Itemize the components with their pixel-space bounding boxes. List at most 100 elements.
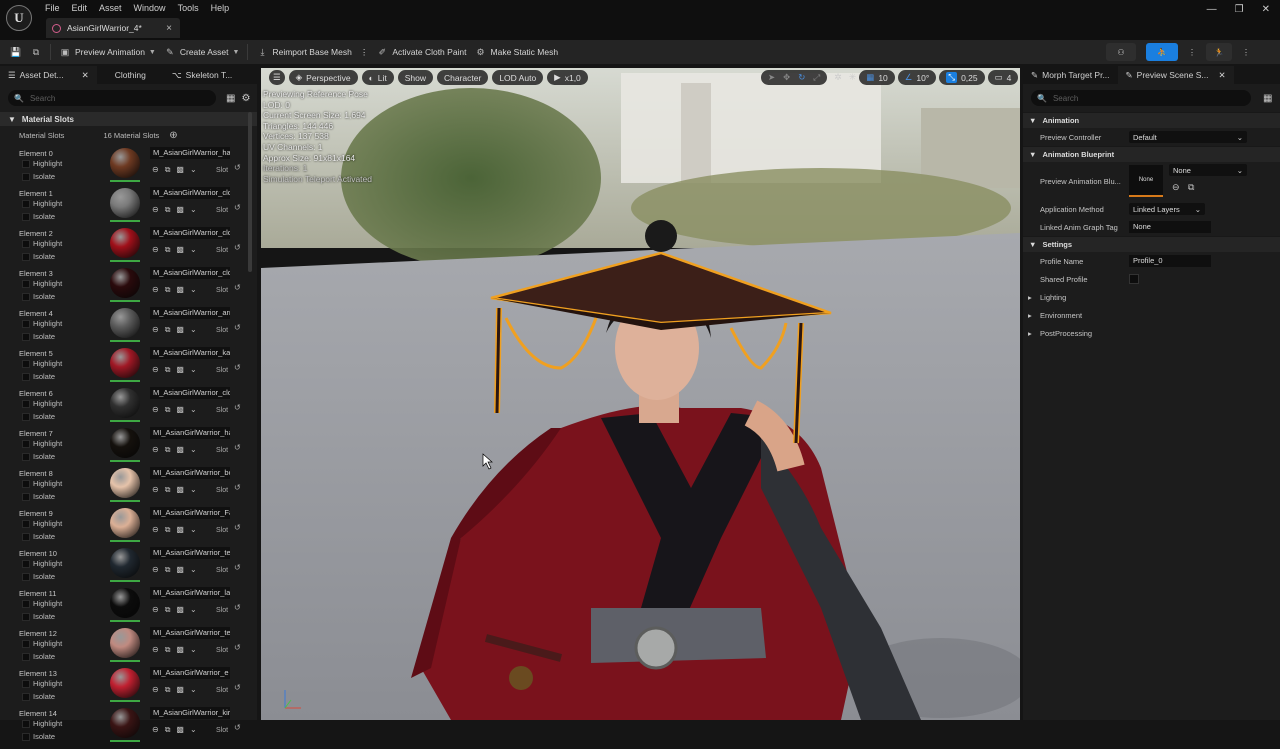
reimport-options-button[interactable]: ⋮ [356, 42, 373, 62]
animation-blueprint-section[interactable]: ▼ Animation Blueprint [1023, 146, 1280, 162]
add-slot-icon[interactable]: ⊕ [169, 130, 177, 141]
checker-icon[interactable]: ▩ [176, 445, 184, 455]
highlight-checkbox[interactable] [22, 560, 30, 568]
play-rate-button[interactable]: ▶ x1,0 [547, 70, 588, 85]
maximize-icon[interactable]: ❐ [1235, 4, 1244, 15]
use-selected-icon[interactable]: ⊖ [152, 525, 159, 535]
checker-icon[interactable]: ▩ [176, 685, 184, 695]
use-selected-icon[interactable]: ⊖ [152, 685, 159, 695]
isolate-checkbox[interactable] [22, 653, 30, 661]
isolate-checkbox[interactable] [22, 613, 30, 621]
material-thumbnail[interactable] [110, 588, 140, 622]
lod-button[interactable]: LOD Auto [492, 70, 544, 85]
character-button[interactable]: Character [436, 70, 489, 85]
isolate-checkbox[interactable] [22, 693, 30, 701]
skeleton-mode-icon[interactable]: ⚇ [1106, 43, 1136, 61]
highlight-checkbox[interactable] [22, 680, 30, 688]
reset-icon[interactable]: ↺ [234, 363, 241, 372]
use-selected-icon[interactable]: ⊖ [152, 565, 159, 575]
chevron-down-icon[interactable]: ⌄ [190, 565, 197, 575]
highlight-checkbox[interactable] [22, 720, 30, 728]
reset-icon[interactable]: ↺ [234, 163, 241, 172]
use-selected-icon[interactable]: ⊖ [152, 725, 159, 735]
minimize-icon[interactable]: — [1207, 4, 1217, 15]
surface-snap-icon[interactable]: ✳ [849, 72, 857, 83]
checker-icon[interactable]: ▩ [176, 645, 184, 655]
checker-icon[interactable]: ▩ [176, 525, 184, 535]
material-name-field[interactable]: MI_AsianGirlWarrior_bo [150, 467, 230, 479]
material-thumbnail[interactable] [110, 508, 140, 542]
angle-snap-button[interactable]: ∠ 10° [897, 70, 937, 85]
chevron-down-icon[interactable]: ⌄ [190, 205, 197, 215]
checker-icon[interactable]: ▩ [176, 605, 184, 615]
grid-view-icon[interactable]: ▦ [1263, 93, 1272, 104]
lighting-row[interactable]: ▸ Lighting [1023, 288, 1280, 306]
mesh-mode-icon[interactable]: ⛹ [1146, 43, 1178, 61]
highlight-checkbox[interactable] [22, 400, 30, 408]
chevron-down-icon[interactable]: ⌄ [190, 405, 197, 415]
material-name-field[interactable]: M_AsianGirlWarrior_ha [150, 147, 230, 159]
use-selected-icon[interactable]: ⊖ [152, 285, 159, 295]
highlight-checkbox[interactable] [22, 480, 30, 488]
material-thumbnail[interactable] [110, 628, 140, 662]
chevron-down-icon[interactable]: ⌄ [190, 645, 197, 655]
reset-icon[interactable]: ↺ [234, 523, 241, 532]
chevron-down-icon[interactable]: ⌄ [190, 285, 197, 295]
grid-snap-button[interactable]: ▦ 10 [859, 70, 895, 85]
use-selected-icon[interactable]: ⊖ [152, 245, 159, 255]
material-thumbnail[interactable] [110, 708, 140, 742]
use-selected-icon[interactable]: ⊖ [152, 205, 159, 215]
checker-icon[interactable]: ▩ [176, 565, 184, 575]
material-thumbnail[interactable] [110, 148, 140, 182]
material-name-field[interactable]: MI_AsianGirlWarrior_Fa [150, 507, 230, 519]
menu-asset[interactable]: Asset [99, 2, 130, 14]
isolate-checkbox[interactable] [22, 533, 30, 541]
viewport-options-button[interactable]: ☰ [269, 70, 285, 85]
material-thumbnail[interactable] [110, 348, 140, 382]
chevron-down-icon[interactable]: ⌄ [190, 445, 197, 455]
checker-icon[interactable]: ▩ [176, 325, 184, 335]
browse-asset-icon[interactable]: ⧉ [165, 245, 171, 255]
checker-icon[interactable]: ▩ [176, 165, 184, 175]
menu-tools[interactable]: Tools [178, 2, 207, 14]
menu-file[interactable]: File [45, 2, 68, 14]
highlight-checkbox[interactable] [22, 240, 30, 248]
isolate-checkbox[interactable] [22, 213, 30, 221]
reset-icon[interactable]: ↺ [234, 603, 241, 612]
show-button[interactable]: Show [397, 70, 433, 85]
highlight-checkbox[interactable] [22, 440, 30, 448]
browse-asset-icon[interactable]: ⧉ [165, 645, 171, 655]
material-thumbnail[interactable] [110, 428, 140, 462]
use-selected-icon[interactable]: ⊖ [152, 445, 159, 455]
material-name-field[interactable]: MI_AsianGirlWarrior_te [150, 547, 230, 559]
material-thumbnail[interactable] [110, 188, 140, 222]
highlight-checkbox[interactable] [22, 640, 30, 648]
material-name-field[interactable]: M_AsianGirlWarrior_arr [150, 307, 230, 319]
browse-button[interactable]: ⧉ [26, 42, 46, 62]
browse-asset-icon[interactable]: ⧉ [165, 285, 171, 295]
highlight-checkbox[interactable] [22, 320, 30, 328]
unreal-logo-icon[interactable]: U [6, 5, 32, 31]
use-selected-icon[interactable]: ⊖ [152, 365, 159, 375]
create-asset-button[interactable]: ✎ Create Asset ▼ [160, 42, 244, 62]
material-name-field[interactable]: M_AsianGirlWarrior_kir [150, 707, 230, 719]
activate-cloth-paint-button[interactable]: ✐ Activate Cloth Paint [372, 42, 470, 62]
isolate-checkbox[interactable] [22, 573, 30, 581]
browse-asset-icon[interactable]: ⧉ [165, 525, 171, 535]
application-method-dropdown[interactable]: Linked Layers ⌄ [1129, 203, 1205, 215]
material-thumbnail[interactable] [110, 668, 140, 702]
use-selected-icon[interactable]: ⊖ [152, 405, 159, 415]
use-selected-icon[interactable]: ⊖ [1172, 182, 1180, 193]
material-name-field[interactable]: M_AsianGirlWarrior_clo [150, 387, 230, 399]
shared-profile-checkbox[interactable] [1129, 274, 1139, 284]
menu-edit[interactable]: Edit [72, 2, 96, 14]
isolate-checkbox[interactable] [22, 733, 30, 741]
browse-asset-icon[interactable]: ⧉ [1188, 182, 1194, 193]
browse-asset-icon[interactable]: ⧉ [165, 485, 171, 495]
highlight-checkbox[interactable] [22, 200, 30, 208]
chevron-down-icon[interactable]: ⌄ [190, 325, 197, 335]
more-options-icon[interactable]: ⋮ [1188, 48, 1196, 57]
isolate-checkbox[interactable] [22, 333, 30, 341]
highlight-checkbox[interactable] [22, 160, 30, 168]
isolate-checkbox[interactable] [22, 493, 30, 501]
